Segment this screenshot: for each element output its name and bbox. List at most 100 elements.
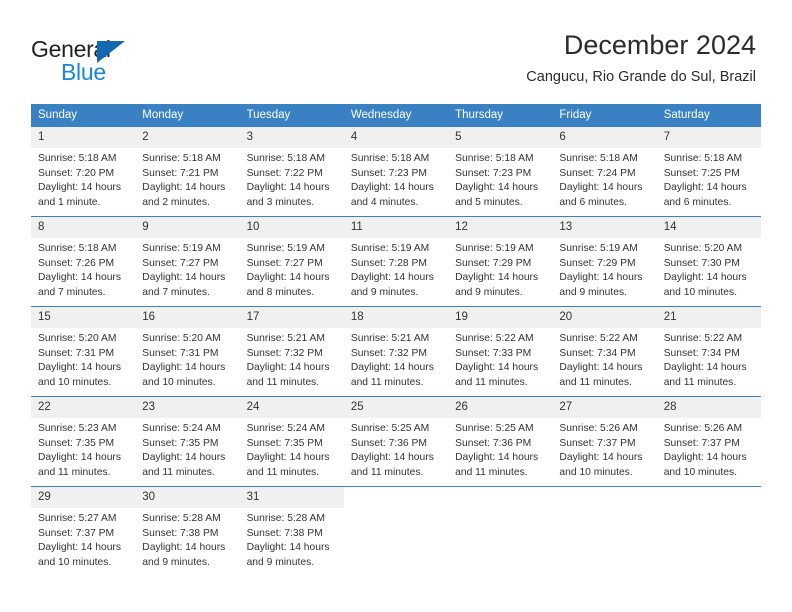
sunrise-text: Sunrise: 5:18 AM — [350, 153, 430, 164]
day-cell[interactable]: 3 Sunrise: 5:18 AM Sunset: 7:22 PM Dayli… — [239, 126, 344, 217]
daylight-text-line1: Daylight: 14 hours — [350, 452, 434, 464]
daylight-text-line2: and 9 minutes. — [350, 286, 419, 298]
day-cell[interactable]: 6 Sunrise: 5:18 AM Sunset: 7:24 PM Dayli… — [552, 126, 657, 217]
daylight-text-line2: and 11 minutes. — [350, 466, 424, 478]
sunrise-text: Sunrise: 5:28 AM — [246, 513, 325, 524]
day-details: Sunrise: 5:18 AM Sunset: 7:23 PM Dayligh… — [448, 148, 552, 210]
day-details: Sunrise: 5:27 AM Sunset: 7:37 PM Dayligh… — [31, 508, 135, 570]
day-cell[interactable]: 19 Sunrise: 5:22 AM Sunset: 7:33 PM Dayl… — [448, 306, 553, 397]
daylight-text-line2: and 11 minutes. — [38, 466, 111, 478]
sunrise-text: Sunrise: 5:21 AM — [350, 333, 430, 344]
day-cell[interactable]: 24 Sunrise: 5:24 AM Sunset: 7:35 PM Dayl… — [239, 396, 344, 487]
day-details: Sunrise: 5:21 AM Sunset: 7:32 PM Dayligh… — [344, 328, 448, 390]
day-cell[interactable]: 27 Sunrise: 5:26 AM Sunset: 7:37 PM Dayl… — [552, 396, 657, 487]
day-cell[interactable]: 11 Sunrise: 5:19 AM Sunset: 7:28 PM Dayl… — [343, 216, 449, 307]
day-cell[interactable]: 29 Sunrise: 5:27 AM Sunset: 7:37 PM Dayl… — [31, 486, 136, 577]
day-number: 27 — [552, 397, 657, 418]
day-number: 8 — [31, 217, 136, 238]
sunset-text: Sunset: 7:29 PM — [455, 257, 532, 269]
daylight-text-line1: Daylight: 14 hours — [38, 362, 121, 374]
daylight-text-line2: and 3 minutes. — [246, 196, 315, 208]
day-number — [344, 487, 448, 508]
sunrise-text: Sunrise: 5:19 AM — [142, 243, 221, 254]
day-number: 1 — [31, 127, 136, 148]
day-cell[interactable]: 25 Sunrise: 5:25 AM Sunset: 7:36 PM Dayl… — [343, 396, 449, 487]
sunrise-text: Sunrise: 5:28 AM — [142, 513, 221, 524]
day-cell[interactable]: 28 Sunrise: 5:26 AM Sunset: 7:37 PM Dayl… — [656, 396, 761, 487]
sunset-text: Sunset: 7:30 PM — [663, 257, 740, 269]
day-cell[interactable]: 10 Sunrise: 5:19 AM Sunset: 7:27 PM Dayl… — [239, 216, 344, 307]
day-number: 2 — [135, 127, 240, 148]
sunrise-text: Sunrise: 5:20 AM — [142, 333, 221, 344]
sunrise-text: Sunrise: 5:20 AM — [663, 243, 743, 254]
sunset-text: Sunset: 7:34 PM — [663, 347, 740, 359]
daylight-text-line1: Daylight: 14 hours — [455, 182, 539, 194]
daylight-text-line1: Daylight: 14 hours — [142, 362, 226, 374]
day-cell[interactable]: 30 Sunrise: 5:28 AM Sunset: 7:38 PM Dayl… — [135, 486, 240, 577]
day-cell[interactable]: 15 Sunrise: 5:20 AM Sunset: 7:31 PM Dayl… — [31, 306, 136, 397]
day-cell[interactable]: 20 Sunrise: 5:22 AM Sunset: 7:34 PM Dayl… — [552, 306, 657, 397]
sunset-text: Sunset: 7:26 PM — [38, 257, 115, 269]
day-number: 29 — [31, 487, 136, 508]
day-cell[interactable]: 4 Sunrise: 5:18 AM Sunset: 7:23 PM Dayli… — [343, 126, 449, 217]
day-cell[interactable]: 18 Sunrise: 5:21 AM Sunset: 7:32 PM Dayl… — [343, 306, 449, 397]
sunrise-text: Sunrise: 5:22 AM — [663, 333, 743, 344]
day-cell[interactable]: 9 Sunrise: 5:19 AM Sunset: 7:27 PM Dayli… — [135, 216, 240, 307]
weekday-header-tuesday: Tuesday — [239, 104, 344, 127]
day-details: Sunrise: 5:19 AM Sunset: 7:27 PM Dayligh… — [135, 238, 239, 300]
day-cell[interactable]: 5 Sunrise: 5:18 AM Sunset: 7:23 PM Dayli… — [448, 126, 553, 217]
daylight-text-line2: and 6 minutes. — [663, 196, 732, 208]
day-number: 28 — [656, 397, 761, 418]
daylight-text-line2: and 11 minutes. — [246, 466, 320, 478]
day-number: 5 — [448, 127, 553, 148]
day-number: 30 — [135, 487, 240, 508]
daylight-text-line2: and 10 minutes. — [38, 556, 112, 568]
day-cell[interactable]: 1 Sunrise: 5:18 AM Sunset: 7:20 PM Dayli… — [31, 126, 136, 217]
daylight-text-line1: Daylight: 14 hours — [246, 362, 330, 374]
daylight-text-line1: Daylight: 14 hours — [559, 452, 643, 464]
day-cell[interactable]: 31 Sunrise: 5:28 AM Sunset: 7:38 PM Dayl… — [239, 486, 344, 577]
day-number: 3 — [239, 127, 344, 148]
day-cell[interactable]: 12 Sunrise: 5:19 AM Sunset: 7:29 PM Dayl… — [448, 216, 553, 307]
day-cell[interactable]: 7 Sunrise: 5:18 AM Sunset: 7:25 PM Dayli… — [656, 126, 761, 217]
day-cell[interactable]: 23 Sunrise: 5:24 AM Sunset: 7:35 PM Dayl… — [135, 396, 240, 487]
day-cell[interactable]: 14 Sunrise: 5:20 AM Sunset: 7:30 PM Dayl… — [656, 216, 761, 307]
day-cell[interactable]: 17 Sunrise: 5:21 AM Sunset: 7:32 PM Dayl… — [239, 306, 344, 397]
sunrise-text: Sunrise: 5:18 AM — [38, 243, 117, 254]
daylight-text-line2: and 11 minutes. — [350, 376, 424, 388]
day-number: 16 — [135, 307, 240, 328]
daylight-text-line2: and 5 minutes. — [455, 196, 523, 208]
daylight-text-line1: Daylight: 14 hours — [663, 362, 747, 374]
sunset-text: Sunset: 7:23 PM — [455, 167, 532, 179]
sunset-text: Sunset: 7:32 PM — [350, 347, 427, 359]
calendar-page: General Blue December 2024 Cangucu, Rio … — [0, 0, 792, 612]
day-details: Sunrise: 5:22 AM Sunset: 7:34 PM Dayligh… — [657, 328, 761, 390]
day-details: Sunrise: 5:19 AM Sunset: 7:29 PM Dayligh… — [448, 238, 552, 300]
sunrise-text: Sunrise: 5:18 AM — [142, 153, 221, 164]
day-cell[interactable]: 21 Sunrise: 5:22 AM Sunset: 7:34 PM Dayl… — [656, 306, 761, 397]
day-number: 26 — [448, 397, 553, 418]
sunset-text: Sunset: 7:34 PM — [559, 347, 636, 359]
calendar-week-row: 22 Sunrise: 5:23 AM Sunset: 7:35 PM Dayl… — [31, 396, 761, 487]
daylight-text-line2: and 9 minutes. — [559, 286, 627, 298]
day-details: Sunrise: 5:26 AM Sunset: 7:37 PM Dayligh… — [657, 418, 761, 480]
day-cell[interactable]: 8 Sunrise: 5:18 AM Sunset: 7:26 PM Dayli… — [31, 216, 136, 307]
day-cell[interactable]: 16 Sunrise: 5:20 AM Sunset: 7:31 PM Dayl… — [135, 306, 240, 397]
sunset-text: Sunset: 7:38 PM — [246, 527, 323, 539]
daylight-text-line1: Daylight: 14 hours — [38, 182, 121, 194]
daylight-text-line1: Daylight: 14 hours — [142, 452, 226, 464]
sunrise-text: Sunrise: 5:22 AM — [455, 333, 534, 344]
sunrise-text: Sunrise: 5:18 AM — [663, 153, 743, 164]
sunrise-text: Sunrise: 5:25 AM — [350, 423, 430, 434]
sunset-text: Sunset: 7:31 PM — [142, 347, 219, 359]
day-cell[interactable]: 26 Sunrise: 5:25 AM Sunset: 7:36 PM Dayl… — [448, 396, 553, 487]
day-cell[interactable]: 2 Sunrise: 5:18 AM Sunset: 7:21 PM Dayli… — [135, 126, 240, 217]
day-number — [552, 487, 656, 508]
daylight-text-line1: Daylight: 14 hours — [663, 452, 747, 464]
daylight-text-line1: Daylight: 14 hours — [455, 362, 539, 374]
day-cell[interactable]: 22 Sunrise: 5:23 AM Sunset: 7:35 PM Dayl… — [31, 396, 136, 487]
sunset-text: Sunset: 7:29 PM — [559, 257, 636, 269]
day-cell[interactable]: 13 Sunrise: 5:19 AM Sunset: 7:29 PM Dayl… — [552, 216, 657, 307]
daylight-text-line2: and 6 minutes. — [559, 196, 627, 208]
daylight-text-line1: Daylight: 14 hours — [246, 542, 330, 554]
